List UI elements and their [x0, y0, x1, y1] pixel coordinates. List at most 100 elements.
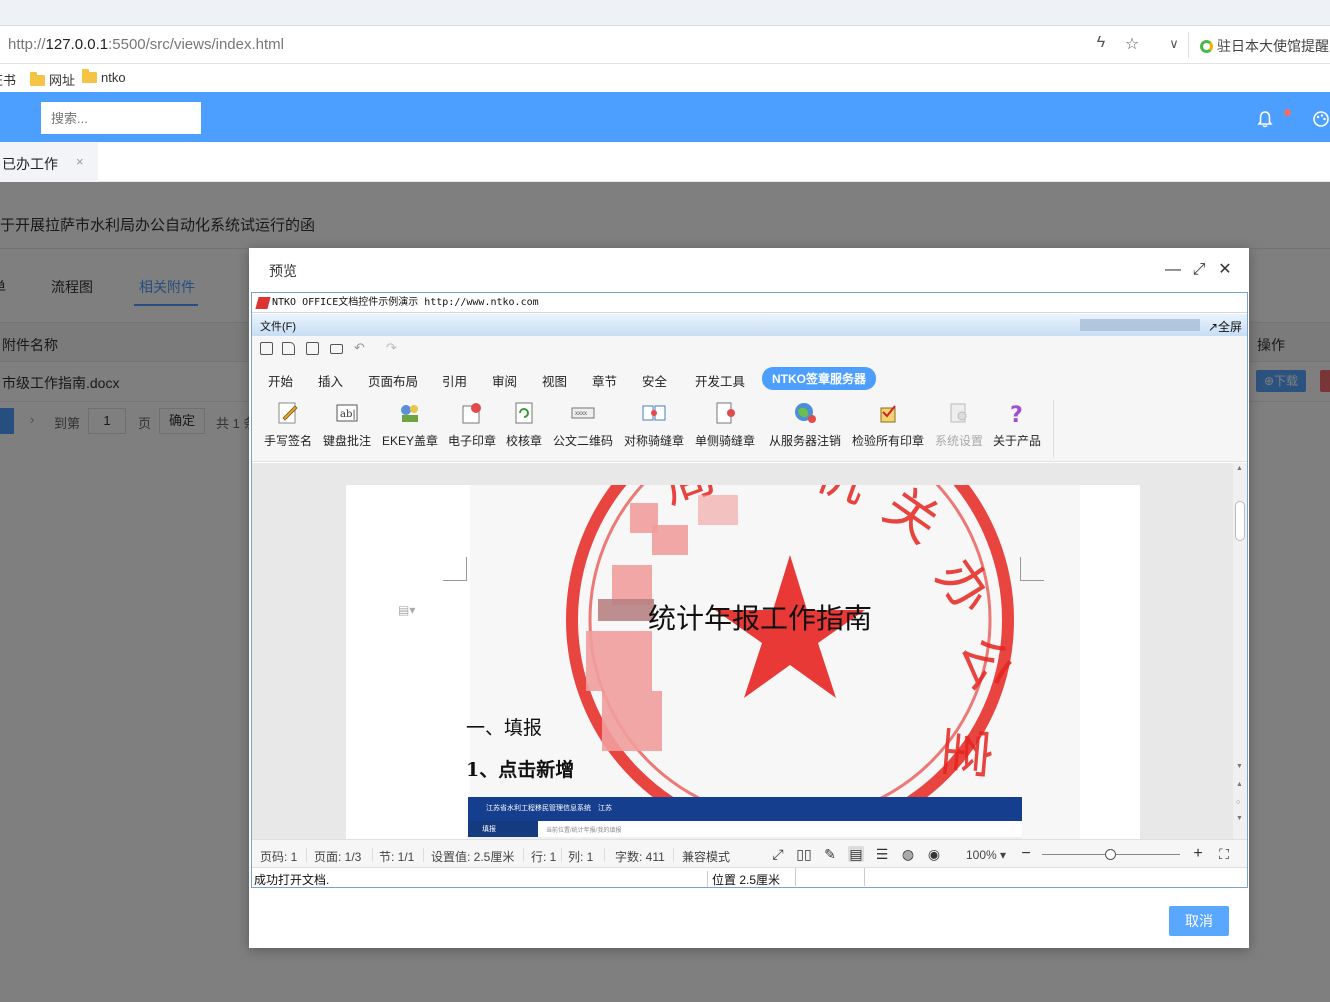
- scroll-up-icon[interactable]: ▲: [1236, 465, 1243, 472]
- status-message: 成功打开文档.: [254, 873, 330, 887]
- zoom-in-icon[interactable]: +: [1190, 846, 1206, 862]
- crop-mark: [443, 557, 467, 581]
- bookmark-folder[interactable]: ntko: [82, 69, 126, 85]
- document-canvas[interactable]: 局 机 关 办 公 室 ▤▾ 统计年报工作指南 一、填报 1、点击新增 江苏省水…: [252, 463, 1247, 839]
- search-input[interactable]: [41, 102, 201, 134]
- e-seal-icon: [462, 403, 481, 424]
- keyboard-comment-button[interactable]: ab| 键盘批注: [323, 400, 371, 449]
- star-icon[interactable]: ☆: [1121, 34, 1143, 54]
- bell-icon[interactable]: [1256, 110, 1274, 128]
- browse-object-icon[interactable]: ○: [1236, 799, 1240, 806]
- dialog-title: 预览: [269, 263, 297, 279]
- fit-page-icon[interactable]: ⛶: [1216, 846, 1232, 862]
- handwrite-sign-button[interactable]: 手写签名: [264, 400, 312, 449]
- divider: [561, 848, 562, 862]
- address-bar[interactable]: http://127.0.0.1:5500/src/views/index.ht…: [0, 26, 1330, 64]
- divider: [372, 848, 373, 862]
- outline-view-icon[interactable]: ☰: [874, 846, 890, 862]
- status-setting: 设置值: 2.5厘米: [431, 850, 515, 864]
- search-suggestion[interactable]: 驻日本大使馆提醒: [1200, 36, 1329, 56]
- ntko-office-control[interactable]: NTKO OFFICE文档控件示例演示 http://www.ntko.com …: [251, 292, 1248, 888]
- cancel-button[interactable]: 取消: [1169, 906, 1229, 936]
- server-logout-button[interactable]: 从服务器注销: [769, 400, 841, 449]
- read-mode-icon[interactable]: ▯▯: [796, 846, 812, 862]
- ribbon-tab-security[interactable]: 安全: [642, 371, 667, 390]
- document-page[interactable]: 局 机 关 办 公 室 ▤▾ 统计年报工作指南 一、填报 1、点击新增 江苏省水…: [346, 485, 1140, 839]
- tab-label: 已办工作: [2, 156, 58, 172]
- system-settings-button[interactable]: 系统设置: [935, 400, 983, 449]
- scroll-thumb[interactable]: [1235, 501, 1245, 541]
- ribbon-tab-ntko-seal[interactable]: NTKO签章服务器: [762, 367, 876, 390]
- ribbon-tab-developer[interactable]: 开发工具: [695, 371, 745, 390]
- bookmark-item[interactable]: 证书: [0, 70, 16, 89]
- single-seam-seal-button[interactable]: 单侧骑缝章: [695, 400, 755, 449]
- close-icon[interactable]: ×: [76, 154, 84, 169]
- maximize-icon[interactable]: ⤢: [1189, 261, 1209, 279]
- lightning-icon[interactable]: ϟ: [1090, 34, 1112, 52]
- ribbon-tab-review[interactable]: 审阅: [492, 371, 517, 390]
- zoom-out-icon[interactable]: −: [1018, 846, 1034, 862]
- zoom-slider-handle[interactable]: [1105, 849, 1116, 860]
- ribbon-tab-insert[interactable]: 插入: [318, 371, 343, 390]
- ribbon-tab-view[interactable]: 视图: [542, 371, 567, 390]
- button-label: 校核章: [506, 434, 543, 448]
- status-compat-mode: 兼容模式: [682, 850, 731, 864]
- status-page-number: 页码: 1: [260, 850, 298, 864]
- print-icon[interactable]: [330, 344, 343, 354]
- fullscreen-button[interactable]: ↗全屏: [1208, 318, 1242, 335]
- url-field[interactable]: http://127.0.0.1:5500/src/views/index.ht…: [8, 36, 284, 53]
- folder-icon: [82, 69, 97, 83]
- palette-icon[interactable]: [1312, 110, 1330, 128]
- zoom-percent[interactable]: 100% ▾: [966, 848, 1006, 862]
- symmetric-seam-seal-button[interactable]: 对称骑缝章: [624, 400, 684, 449]
- app-header: [0, 92, 1330, 142]
- ribbon-tab-layout[interactable]: 页面布局: [368, 371, 418, 390]
- next-page-icon[interactable]: ▼: [1236, 815, 1243, 822]
- ekey-seal-icon: [401, 405, 419, 422]
- ribbon-tab-chapter[interactable]: 章节: [592, 371, 617, 390]
- ribbon-tab-home[interactable]: 开始: [268, 371, 293, 390]
- web-view-icon[interactable]: ◍: [900, 846, 916, 862]
- close-icon[interactable]: ✕: [1215, 261, 1235, 279]
- scroll-down-icon[interactable]: ▼: [1236, 763, 1243, 770]
- minimize-icon[interactable]: —: [1163, 261, 1183, 279]
- undo-icon[interactable]: ↶: [354, 340, 367, 355]
- tab-done-work[interactable]: 已办工作 ×: [0, 142, 98, 182]
- ribbon-tab-references[interactable]: 引用: [442, 371, 467, 390]
- save-icon[interactable]: [306, 342, 319, 355]
- settings-icon: [950, 403, 967, 423]
- screenshot-subtitle: 江苏: [598, 805, 612, 812]
- edit-mode-icon[interactable]: ✎: [822, 846, 838, 862]
- svg-text:xxxx: xxxx: [575, 411, 587, 417]
- ntko-titlebar: NTKO OFFICE文档控件示例演示 http://www.ntko.com: [252, 293, 1247, 313]
- about-product-button[interactable]: ? 关于产品: [993, 400, 1041, 449]
- blurred-text: [1080, 319, 1200, 331]
- chevron-down-icon[interactable]: ∨: [1163, 36, 1185, 52]
- qrcode-button[interactable]: xxxx 公文二维码: [553, 400, 613, 449]
- folder-icon: [30, 72, 45, 86]
- button-label: EKEY盖章: [382, 434, 439, 448]
- document-icon[interactable]: ▤▾: [398, 603, 415, 619]
- divider: [423, 848, 424, 862]
- fullscreen-view-icon[interactable]: ⤢: [770, 846, 786, 862]
- divider: [523, 848, 524, 862]
- check-seals-button[interactable]: 检验所有印章: [852, 400, 924, 449]
- prev-page-icon[interactable]: ▲: [1236, 781, 1243, 788]
- redo-icon[interactable]: ↷: [386, 340, 399, 355]
- bookmark-folder[interactable]: 网址: [30, 70, 75, 89]
- eye-protect-icon[interactable]: ◉: [926, 846, 942, 862]
- verify-seal-button[interactable]: 校核章: [506, 400, 542, 449]
- open-folder-icon[interactable]: [282, 342, 295, 355]
- new-doc-icon[interactable]: [260, 342, 273, 355]
- status-bar: 页码: 1 页面: 1/3 节: 1/1 设置值: 2.5厘米 行: 1 列: …: [252, 839, 1247, 867]
- svg-text:办: 办: [924, 548, 1003, 625]
- vertical-scrollbar[interactable]: ▲ ▼ ▲ ○ ▼: [1233, 463, 1247, 839]
- page-view-icon[interactable]: ▤: [848, 846, 864, 862]
- tab-bar: 已办工作 ×: [0, 142, 1330, 182]
- e-seal-button[interactable]: 电子印章: [448, 400, 496, 449]
- file-menu[interactable]: 文件(F): [260, 318, 296, 334]
- symmetric-seam-seal-icon: [642, 405, 666, 421]
- screenshot-breadcrumb: 当前位置/统计年报/我的填报: [546, 828, 622, 834]
- status-word-count: 字数: 411: [615, 850, 665, 864]
- ekey-seal-button[interactable]: EKEY盖章: [382, 400, 438, 449]
